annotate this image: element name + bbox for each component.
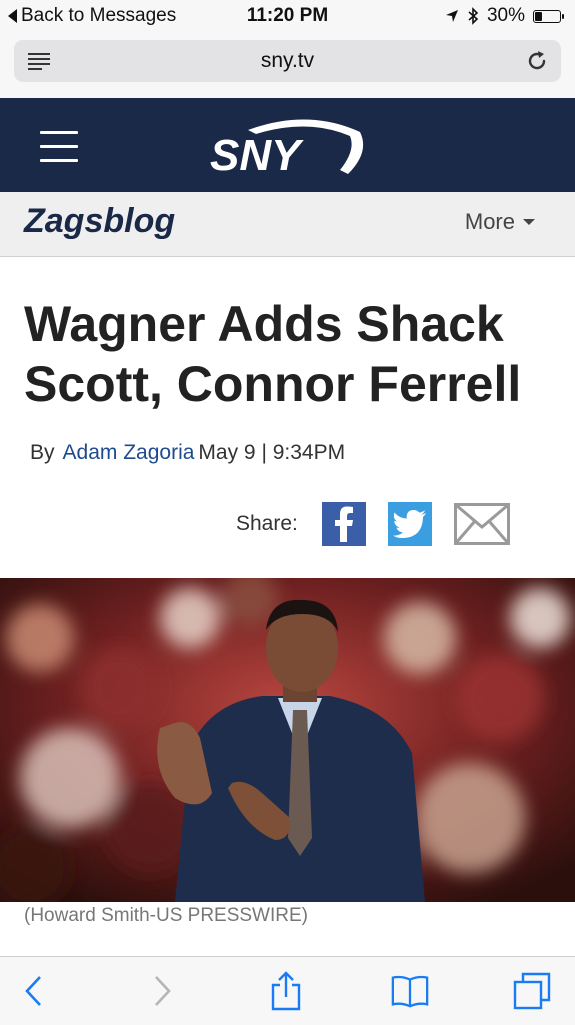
browser-url-area: sny.tv: [0, 34, 575, 99]
article-date: May 9 | 9:34PM: [198, 441, 346, 464]
share-button[interactable]: [266, 971, 306, 1011]
tabs-button[interactable]: [512, 971, 552, 1011]
reload-icon[interactable]: [525, 49, 549, 73]
address-bar[interactable]: sny.tv: [14, 40, 561, 82]
email-share-button[interactable]: [453, 502, 510, 546]
battery-fill: [535, 11, 542, 21]
article-photo[interactable]: [0, 578, 575, 902]
byline-by: By: [30, 441, 55, 464]
status-right: 30%: [445, 5, 564, 27]
facebook-share-button[interactable]: [321, 502, 366, 546]
share-row: Share:: [236, 501, 510, 547]
forward-button[interactable]: [142, 971, 182, 1011]
section-bar: Zagsblog More: [0, 192, 575, 257]
bookmarks-icon: [391, 975, 429, 1008]
back-button[interactable]: [14, 971, 54, 1011]
svg-text:SNY: SNY: [210, 131, 304, 178]
chevron-down-icon: [523, 219, 535, 225]
bluetooth-icon: [468, 7, 479, 25]
email-icon: [453, 503, 510, 545]
author-link[interactable]: Adam Zagoria: [63, 441, 195, 464]
sny-logo[interactable]: SNY: [208, 112, 368, 178]
forward-icon: [155, 976, 171, 1006]
more-label: More: [464, 209, 515, 234]
twitter-share-button[interactable]: [387, 502, 432, 546]
menu-icon[interactable]: [40, 131, 78, 173]
location-arrow-icon: [445, 10, 458, 22]
url-text[interactable]: sny.tv: [14, 49, 561, 73]
tabs-icon: [513, 972, 551, 1010]
back-icon: [25, 976, 41, 1006]
photo-caption: (Howard Smith-US PRESSWIRE): [24, 905, 308, 926]
coach-photo-illustration: [0, 578, 575, 902]
article-headline: Wagner Adds Shack Scott, Connor Ferrell: [24, 296, 522, 412]
more-dropdown[interactable]: More: [465, 209, 535, 235]
twitter-icon: [392, 510, 426, 538]
status-bar: Back to Messages 11:20 PM 30%: [0, 0, 575, 34]
byline: By Adam Zagoria May 9 | 9:34PM: [30, 441, 345, 465]
zagsblog-brand[interactable]: Zagsblog: [24, 202, 175, 241]
battery-icon: [533, 9, 564, 23]
bookmarks-button[interactable]: [390, 971, 430, 1011]
browser-toolbar: [0, 956, 575, 1025]
site-header: SNY: [0, 98, 575, 192]
share-icon: [271, 971, 301, 1011]
share-label: Share:: [236, 512, 298, 535]
battery-percent: 30%: [486, 5, 525, 26]
facebook-icon: [334, 506, 353, 542]
